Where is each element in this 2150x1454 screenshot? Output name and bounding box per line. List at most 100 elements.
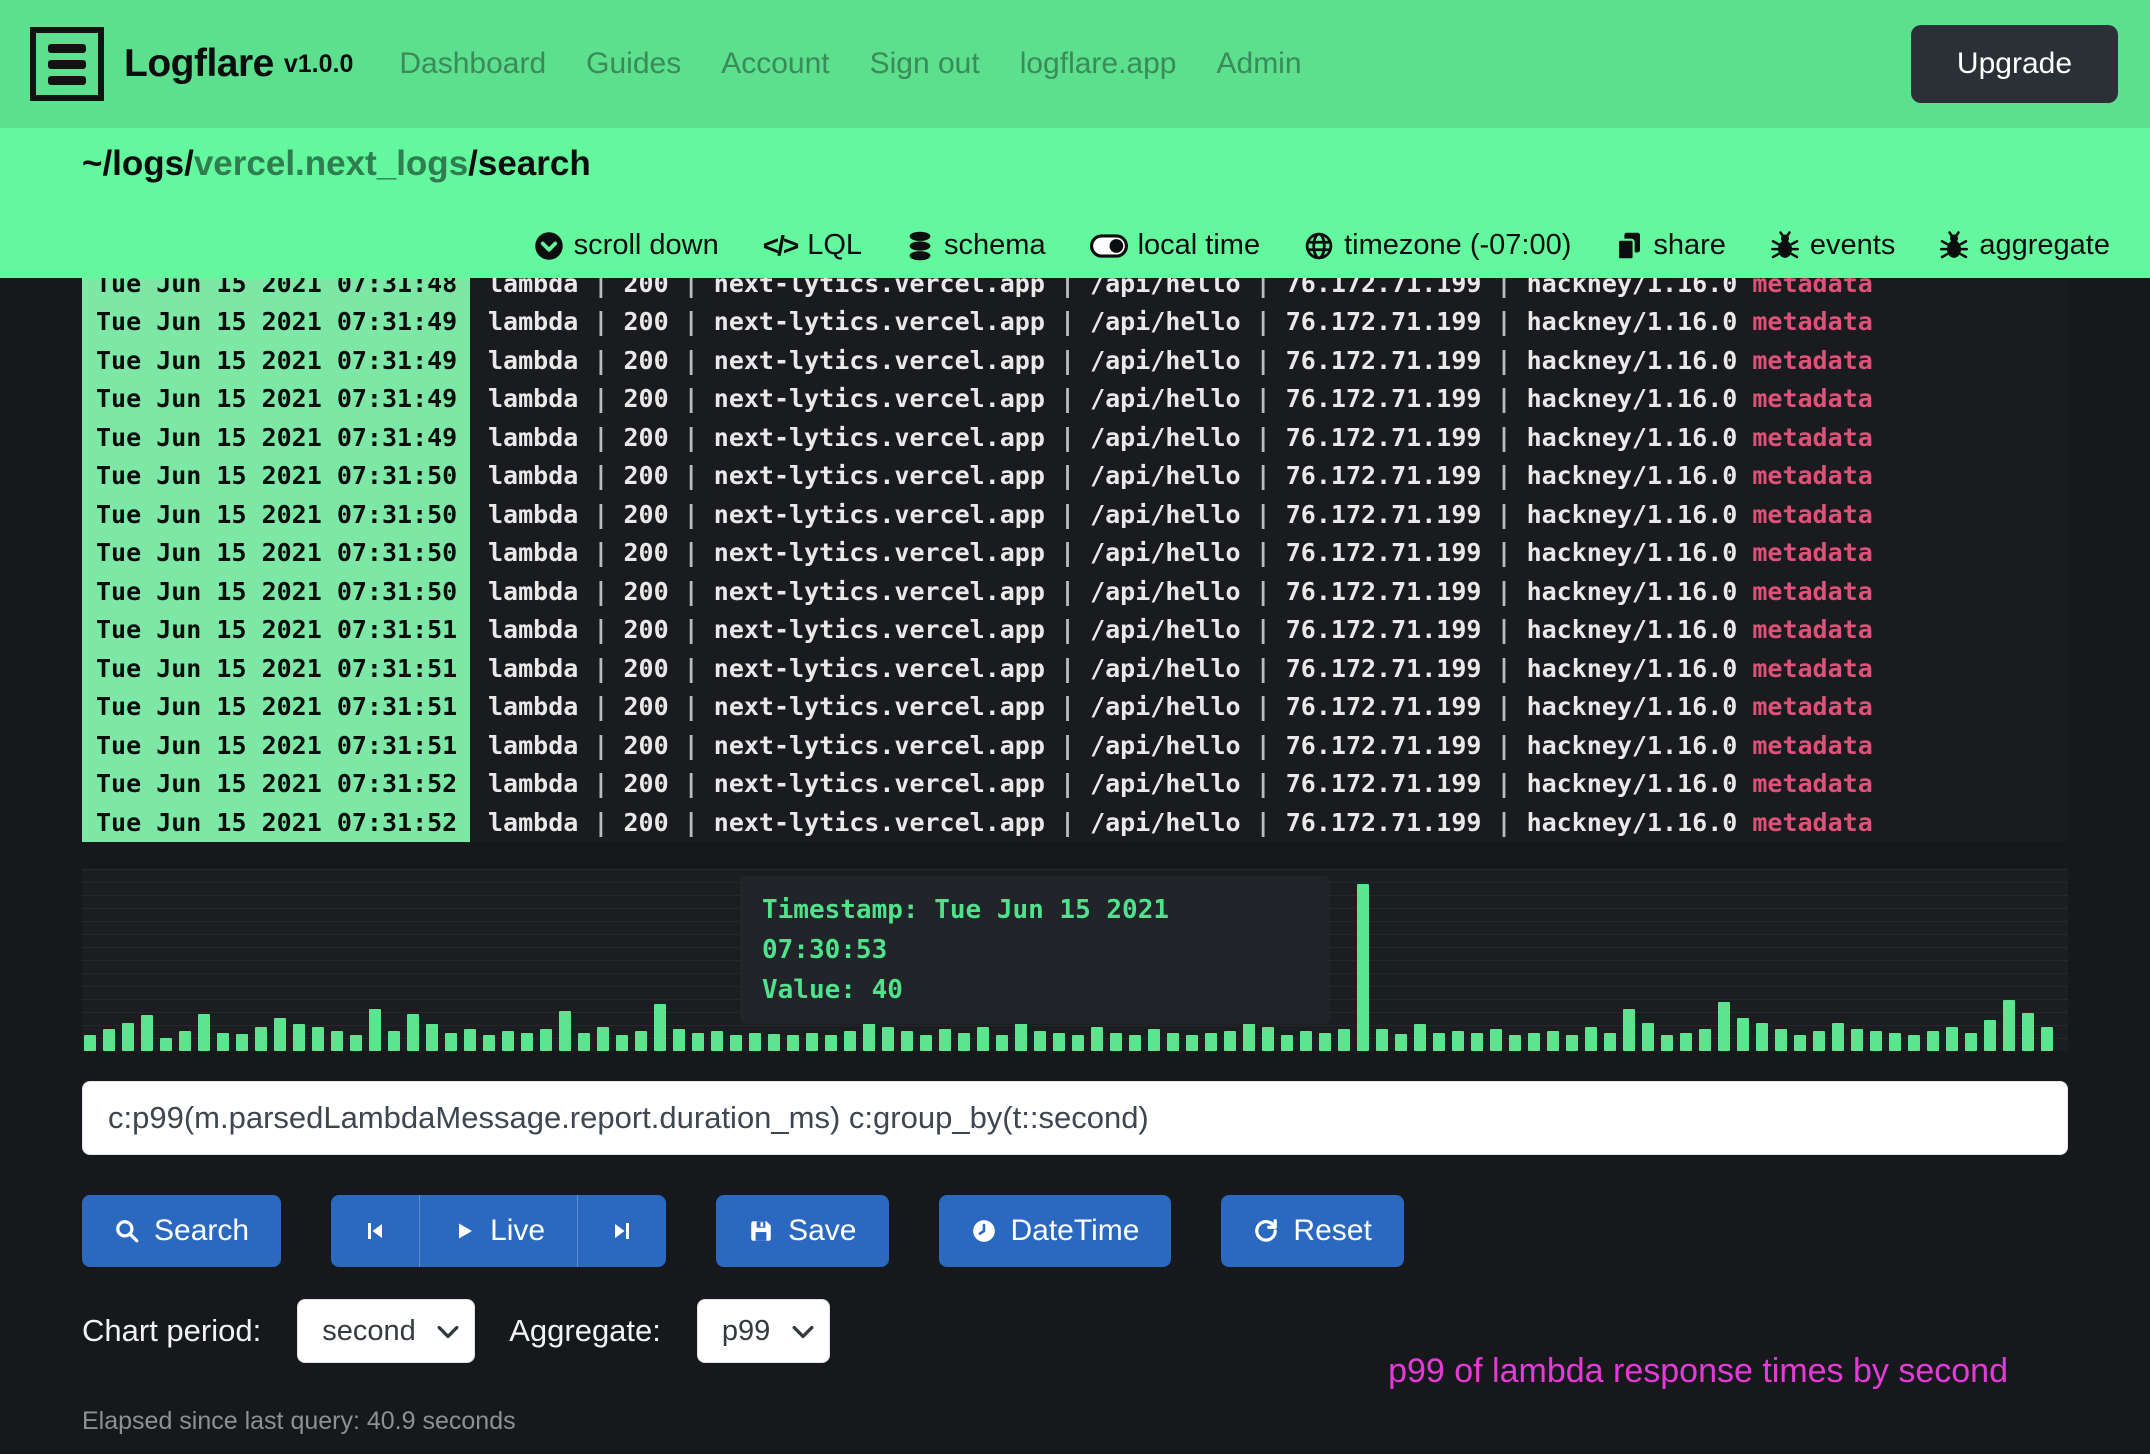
chart-bar[interactable] — [1167, 1033, 1179, 1051]
metadata-link[interactable]: metadata — [1737, 538, 1872, 567]
chart-bar[interactable] — [1927, 1031, 1939, 1051]
metadata-link[interactable]: metadata — [1737, 307, 1872, 336]
chart-bar[interactable] — [1528, 1033, 1540, 1051]
chart-bar[interactable] — [1471, 1033, 1483, 1051]
chart-bar[interactable] — [1186, 1035, 1198, 1051]
chart-bar[interactable] — [179, 1031, 191, 1051]
events-button[interactable]: events — [1770, 229, 1895, 262]
chart-bar[interactable] — [1395, 1034, 1407, 1051]
chart-bar[interactable] — [445, 1033, 457, 1051]
chart-bar[interactable] — [730, 1035, 742, 1051]
metadata-link[interactable]: metadata — [1737, 769, 1872, 798]
lql-button[interactable]: </> LQL — [763, 229, 862, 262]
chart-bar[interactable] — [1034, 1031, 1046, 1051]
chart-bar[interactable] — [540, 1029, 552, 1051]
chart-bar[interactable] — [388, 1031, 400, 1051]
log-row[interactable]: Tue Jun 15 2021 07:31:49lambda | 200 | n… — [82, 418, 2068, 457]
chart-bar[interactable] — [1091, 1027, 1103, 1051]
chart-bar[interactable] — [1129, 1035, 1141, 1051]
chart-bar[interactable] — [236, 1034, 248, 1051]
chart-bar[interactable] — [958, 1033, 970, 1051]
chart-bar[interactable] — [654, 1004, 666, 1051]
metadata-link[interactable]: metadata — [1737, 500, 1872, 529]
log-row[interactable]: Tue Jun 15 2021 07:31:50lambda | 200 | n… — [82, 457, 2068, 496]
metadata-link[interactable]: metadata — [1737, 615, 1872, 644]
nav-link-admin[interactable]: Admin — [1217, 47, 1302, 81]
aggregate-button[interactable]: aggregate — [1939, 229, 2110, 262]
chart-bar[interactable] — [1946, 1027, 1958, 1051]
chart-bar[interactable] — [1414, 1024, 1426, 1051]
chart-bar[interactable] — [2003, 1000, 2015, 1051]
chart-bar[interactable] — [198, 1014, 210, 1051]
chart-bar[interactable] — [749, 1033, 761, 1051]
chart-bar[interactable] — [1775, 1029, 1787, 1051]
timezone-button[interactable]: timezone (-07:00) — [1304, 229, 1571, 262]
metadata-link[interactable]: metadata — [1737, 346, 1872, 375]
chart-bar[interactable] — [274, 1018, 286, 1051]
metadata-link[interactable]: metadata — [1737, 654, 1872, 683]
chart-bar[interactable] — [160, 1038, 172, 1051]
chart-bar[interactable] — [293, 1024, 305, 1051]
scroll-down-button[interactable]: scroll down — [534, 229, 719, 262]
log-row[interactable]: Tue Jun 15 2021 07:31:51lambda | 200 | n… — [82, 649, 2068, 688]
chart-bar[interactable] — [1984, 1020, 1996, 1051]
chart-period-select[interactable]: second — [297, 1299, 475, 1363]
chart-bar[interactable] — [1490, 1029, 1502, 1051]
chart-bar[interactable] — [369, 1009, 381, 1051]
chart-bar[interactable] — [426, 1024, 438, 1051]
chart-bar[interactable] — [1547, 1031, 1559, 1051]
log-row[interactable]: Tue Jun 15 2021 07:31:50lambda | 200 | n… — [82, 495, 2068, 534]
breadcrumb-source[interactable]: vercel.next_logs — [194, 144, 468, 183]
chart-bar[interactable] — [920, 1035, 932, 1051]
chart-bar[interactable] — [312, 1027, 324, 1051]
chart-bar[interactable] — [559, 1011, 571, 1051]
step-backward-button[interactable] — [331, 1195, 419, 1267]
chart-bar[interactable] — [1148, 1029, 1160, 1051]
chart-bar[interactable] — [141, 1015, 153, 1051]
chart-bar[interactable] — [1908, 1035, 1920, 1051]
chart-bar[interactable] — [1338, 1029, 1350, 1051]
chart-bar[interactable] — [1737, 1018, 1749, 1051]
live-button[interactable]: Live — [419, 1195, 577, 1267]
chart-bar[interactable] — [1832, 1023, 1844, 1051]
log-row[interactable]: Tue Jun 15 2021 07:31:49lambda | 200 | n… — [82, 303, 2068, 342]
chart-bar[interactable] — [217, 1033, 229, 1051]
chart-bar[interactable] — [2041, 1027, 2053, 1051]
chart-bar[interactable] — [84, 1035, 96, 1051]
chart-bar[interactable] — [2022, 1013, 2034, 1051]
chart-bar[interactable] — [1680, 1033, 1692, 1051]
search-button[interactable]: Search — [82, 1195, 281, 1267]
share-button[interactable]: share — [1615, 229, 1726, 262]
aggregate-select[interactable]: p99 — [697, 1299, 830, 1363]
chart-bar[interactable] — [1699, 1029, 1711, 1051]
chart-bar[interactable] — [673, 1029, 685, 1051]
chart-bar[interactable] — [1851, 1029, 1863, 1051]
chart-bar[interactable] — [616, 1035, 628, 1051]
log-row[interactable]: Tue Jun 15 2021 07:31:51lambda | 200 | n… — [82, 726, 2068, 765]
chart-bar[interactable] — [122, 1023, 134, 1051]
chart-bar[interactable] — [901, 1031, 913, 1051]
chart-bar[interactable] — [1642, 1023, 1654, 1051]
chart-bar[interactable] — [407, 1014, 419, 1051]
chart-bar[interactable] — [1623, 1009, 1635, 1051]
chart-bar[interactable] — [977, 1027, 989, 1051]
logflare-logo-icon[interactable] — [30, 27, 104, 101]
chart-bar[interactable] — [1566, 1035, 1578, 1051]
upgrade-button[interactable]: Upgrade — [1911, 25, 2118, 103]
metadata-link[interactable]: metadata — [1737, 808, 1872, 837]
log-row[interactable]: Tue Jun 15 2021 07:31:50lambda | 200 | n… — [82, 572, 2068, 611]
chart-bar[interactable] — [1889, 1033, 1901, 1051]
chart-bar[interactable] — [939, 1029, 951, 1051]
chart-bar[interactable] — [844, 1031, 856, 1051]
nav-link-logflare-app[interactable]: logflare.app — [1020, 47, 1177, 81]
metadata-link[interactable]: metadata — [1737, 731, 1872, 760]
chart-bar[interactable] — [1300, 1031, 1312, 1051]
chart-bar[interactable] — [1110, 1033, 1122, 1051]
chart-bar[interactable] — [635, 1031, 647, 1051]
events-chart[interactable]: Timestamp: Tue Jun 15 2021 07:30:53 Valu… — [82, 868, 2068, 1051]
chart-bar[interactable] — [882, 1027, 894, 1051]
nav-link-guides[interactable]: Guides — [586, 47, 681, 81]
log-row[interactable]: Tue Jun 15 2021 07:31:49lambda | 200 | n… — [82, 341, 2068, 380]
log-row[interactable]: Tue Jun 15 2021 07:31:51lambda | 200 | n… — [82, 688, 2068, 727]
chart-bar[interactable] — [996, 1035, 1008, 1051]
